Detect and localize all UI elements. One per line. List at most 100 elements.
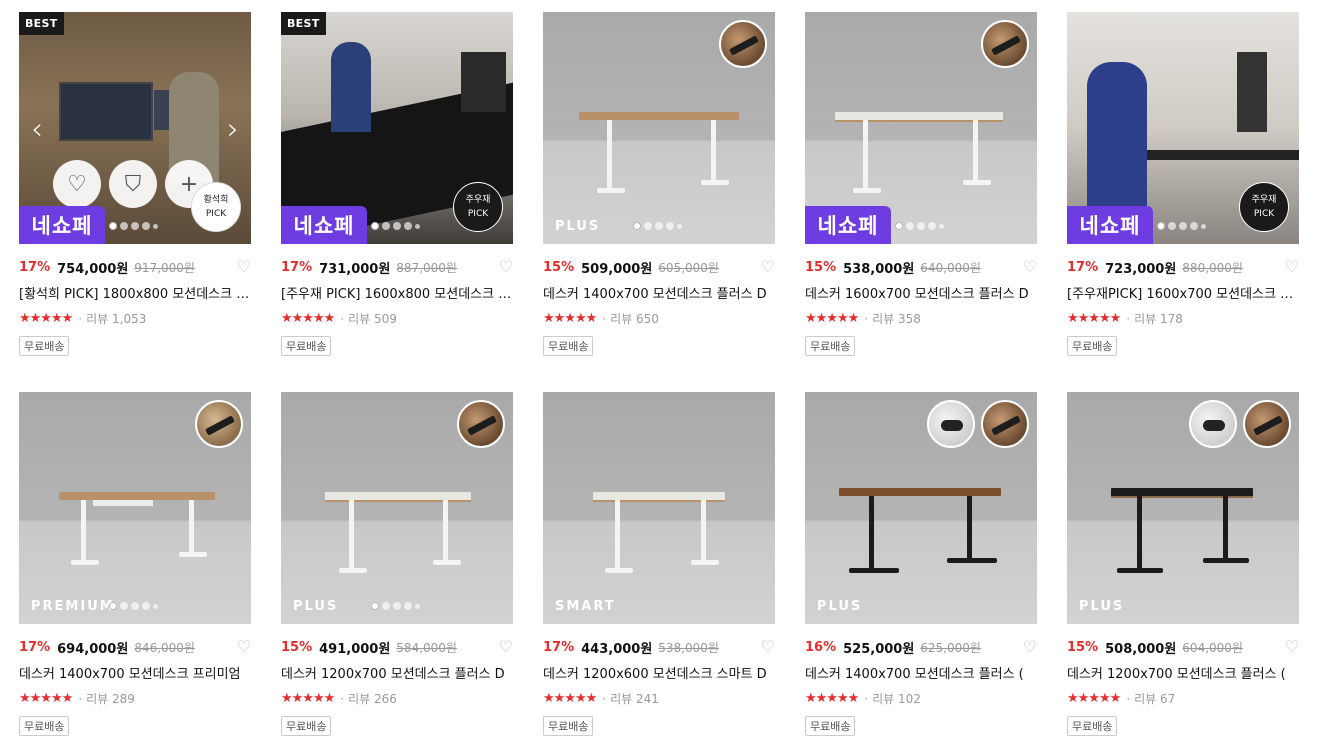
original-price: 880,000원 [1182,260,1243,275]
variant-label: PLUS [817,599,863,614]
heart-outline-icon[interactable]: ♡ [237,259,251,275]
product-image[interactable]: 네쇼페 주우재 PICK [1067,12,1299,244]
product-card[interactable]: PREMIUM 17% 694,000원 846,000원 ♡ 데스커 1400… [19,392,251,736]
product-image[interactable]: PLUS [543,12,775,244]
heart-outline-icon[interactable]: ♡ [761,639,775,655]
detail-thumbnail[interactable] [927,400,975,448]
star-rating-icon: ★★★★★ [543,311,597,326]
review-label: 리뷰 [610,692,633,706]
product-image[interactable]: PLUS [281,392,513,624]
product-title[interactable]: [주우재 PICK] 1600x800 모션데스크 프리미엄 [281,283,513,302]
heart-outline-icon[interactable]: ♡ [237,639,251,655]
detail-thumbnail[interactable] [719,20,767,68]
product-title[interactable]: 데스커 1400x700 모션데스크 플러스 D [543,283,775,302]
detail-thumbnail[interactable] [195,400,243,448]
review-label: 리뷰 [872,312,895,326]
star-rating-icon: ★★★★★ [19,691,73,706]
price-row: 17% 754,000원 917,000원 ♡ [19,258,251,277]
review-count: 1,053 [112,311,147,326]
heart-outline-icon[interactable]: ♡ [1023,639,1037,655]
price-row: 15% 509,000원 605,000원 ♡ [543,258,775,277]
monitor-graphic [1237,52,1267,132]
detail-thumbnail[interactable] [457,400,505,448]
discount-rate: 17% [543,639,575,655]
product-title[interactable]: [주우재PICK] 1600x700 모션데스크 프리미엄 [1067,283,1299,302]
heart-outline-icon[interactable]: ♡ [499,639,513,655]
desk-graphic [59,492,215,572]
star-rating-icon: ★★★★★ [1067,311,1121,326]
free-shipping-badge: 무료배송 [805,336,856,356]
product-card[interactable]: PLUS 15% 509,000원 605,000원 ♡ 데스커 1400x70… [543,12,775,356]
product-card[interactable]: PLUS 16% 525,000원 625,000원 ♡ 데스커 1400x70… [805,392,1037,736]
image-pagination-dots[interactable] [371,222,420,230]
review-count: 178 [1160,311,1183,326]
detail-thumbnail[interactable] [1189,400,1237,448]
heart-outline-icon[interactable]: ♡ [499,259,513,275]
image-pagination-dots[interactable] [109,602,158,610]
original-price: 604,000원 [1182,640,1243,655]
product-title[interactable]: 데스커 1600x700 모션데스크 플러스 D [805,283,1037,302]
product-title[interactable]: 데스커 1400x700 모션데스크 프리미엄 [19,663,251,682]
product-image[interactable]: PREMIUM [19,392,251,624]
heart-outline-icon[interactable]: ♡ [761,259,775,275]
best-badge: BEST [19,12,64,35]
heart-outline-icon[interactable]: ♡ [1285,259,1299,275]
sale-price: 443,000원 [581,641,653,657]
product-card[interactable]: 네쇼페 15% 538,000원 640,000원 ♡ 데스커 1600x700… [805,12,1037,356]
product-image[interactable]: PLUS [805,392,1037,624]
wishlist-heart-icon[interactable]: ♡ [53,160,101,208]
free-shipping-badge: 무료배송 [19,716,70,736]
product-card[interactable]: PLUS 15% 508,000원 604,000원 ♡ 데스커 1200x70… [1067,392,1299,736]
product-card[interactable]: BEST 네쇼페 주우재 PICK 17% 731,000원 887,000원 ♡… [281,12,513,356]
product-card[interactable]: 네쇼페 주우재 PICK 17% 723,000원 880,000원 ♡ [주우재… [1067,12,1299,356]
best-badge: BEST [281,12,326,35]
chevron-left-icon[interactable]: ‹ [31,112,43,147]
pick-badge: 황석희 PICK [191,182,241,232]
rating-row: ★★★★★ · 리뷰 241 [543,691,659,706]
product-card[interactable]: SMART 17% 443,000원 538,000원 ♡ 데스커 1200x6… [543,392,775,736]
desk-graphic [1111,488,1253,580]
product-title[interactable]: 데스커 1400x700 모션데스크 플러스 ( [805,663,1037,682]
sale-price: 694,000원 [57,641,129,657]
chevron-right-icon[interactable]: › [227,112,239,147]
product-card[interactable]: BEST ‹ › ♡ ⛉ + 네쇼페 황석희 PICK 17% 754,000원 … [19,12,251,356]
heart-outline-icon[interactable]: ♡ [1023,259,1037,275]
discount-rate: 16% [805,639,837,655]
image-pagination-dots[interactable] [895,222,944,230]
desk-graphic [835,112,1003,202]
image-pagination-dots[interactable] [371,602,420,610]
free-shipping-badge: 무료배송 [1067,716,1118,736]
review-count: 289 [112,691,135,706]
product-image[interactable]: SMART [543,392,775,624]
product-image[interactable]: BEST ‹ › ♡ ⛉ + 네쇼페 황석희 PICK [19,12,251,244]
free-shipping-badge: 무료배송 [1067,336,1118,356]
heart-outline-icon[interactable]: ♡ [1285,639,1299,655]
review-count: 509 [374,311,397,326]
shopping-bag-icon[interactable]: ⛉ [109,160,157,208]
product-image[interactable]: 네쇼페 [805,12,1037,244]
sale-price: 754,000원 [57,261,129,277]
monitor-graphic [461,52,506,112]
image-pagination-dots[interactable] [1157,222,1206,230]
detail-thumbnail[interactable] [981,400,1029,448]
review-count: 241 [636,691,659,706]
product-title[interactable]: 데스커 1200x700 모션데스크 플러스 D [281,663,513,682]
desk-graphic [325,492,471,578]
sale-price: 538,000원 [843,261,915,277]
rating-row: ★★★★★ · 리뷰 67 [1067,691,1176,706]
product-title[interactable]: 데스커 1200x600 모션데스크 스마트 D [543,663,775,682]
product-card[interactable]: PLUS 15% 491,000원 584,000원 ♡ 데스커 1200x70… [281,392,513,736]
product-image[interactable]: BEST 네쇼페 주우재 PICK [281,12,513,244]
product-image[interactable]: PLUS [1067,392,1299,624]
detail-thumbnail[interactable] [1243,400,1291,448]
free-shipping-badge: 무료배송 [543,336,594,356]
product-title[interactable]: [황석희 PICK] 1800x800 모션데스크 프리미엄 [19,283,251,302]
original-price: 846,000원 [134,640,195,655]
image-pagination-dots[interactable] [633,222,682,230]
product-title[interactable]: 데스커 1200x700 모션데스크 플러스 ( [1067,663,1299,682]
image-pagination-dots[interactable] [109,222,158,230]
detail-thumbnail[interactable] [981,20,1029,68]
product-grid: BEST ‹ › ♡ ⛉ + 네쇼페 황석희 PICK 17% 754,000원 … [0,0,1317,752]
original-price: 887,000원 [396,260,457,275]
variant-label: PLUS [1079,599,1125,614]
